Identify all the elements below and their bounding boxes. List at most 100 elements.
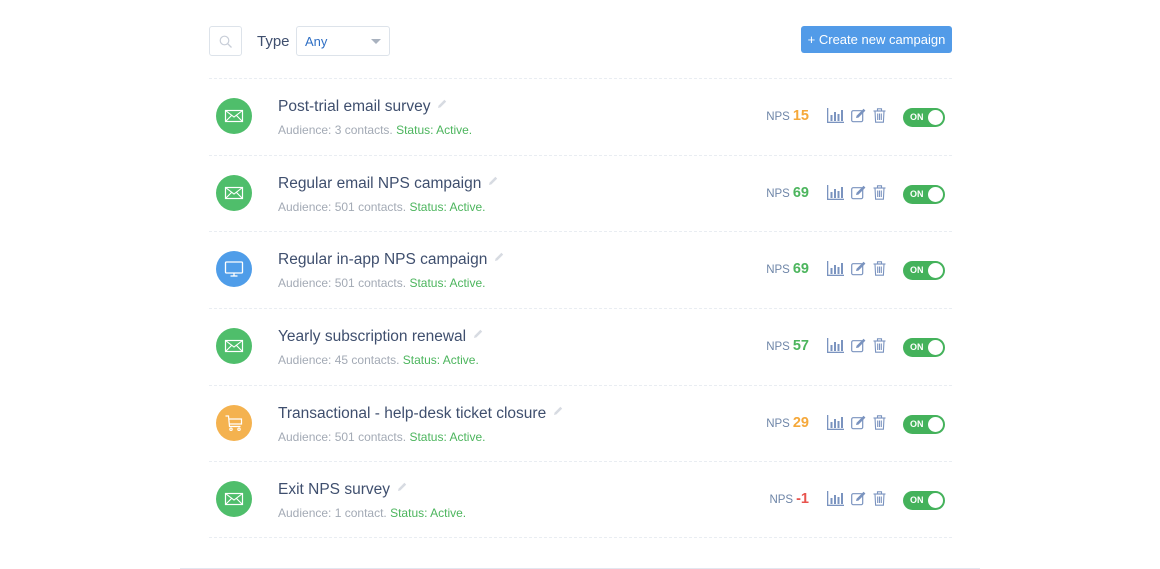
bar-chart-icon[interactable] xyxy=(827,414,844,435)
pencil-icon[interactable] xyxy=(396,480,408,498)
campaign-audience: Audience: 3 contacts. xyxy=(278,123,393,137)
nps-score: NPS 15 xyxy=(766,108,809,124)
nps-label: NPS xyxy=(766,264,790,277)
campaign-active-toggle[interactable]: ON xyxy=(903,338,945,358)
campaign-audience: Audience: 501 contacts. xyxy=(278,429,407,444)
nps-label: NPS xyxy=(766,187,790,200)
nps-value: 69 xyxy=(792,184,809,201)
toggle-knob xyxy=(928,493,943,509)
nps-score: NPS 69 xyxy=(766,261,809,277)
toggle-knob xyxy=(928,110,943,125)
search-icon xyxy=(219,35,232,48)
campaign-row: Transactional - help-desk ticket closure… xyxy=(209,384,952,462)
campaign-row: Post-trial email survey Audience: 3 cont… xyxy=(209,78,952,155)
campaign-type-avatar xyxy=(216,328,252,365)
bar-chart-icon[interactable] xyxy=(827,184,844,205)
nps-value: -1 xyxy=(796,491,809,508)
toggle-knob xyxy=(928,186,943,202)
pencil-icon[interactable] xyxy=(493,250,505,268)
envelope-icon xyxy=(224,493,244,506)
pencil-icon[interactable] xyxy=(472,327,484,345)
campaign-audience: Audience: 1 contact. xyxy=(278,506,387,521)
campaign-name[interactable]: Exit NPS survey xyxy=(278,481,390,498)
nps-score: NPS -1 xyxy=(769,491,809,507)
campaign-type-avatar xyxy=(216,174,252,211)
campaign-type-avatar xyxy=(216,404,252,441)
toggle-label: ON xyxy=(910,495,924,506)
type-filter-value: Any xyxy=(305,34,328,49)
monitor-icon xyxy=(224,261,244,278)
envelope-icon xyxy=(224,186,244,199)
cart-icon xyxy=(225,415,243,431)
campaign-name[interactable]: Transactional - help-desk ticket closure xyxy=(278,405,546,422)
toggle-knob xyxy=(928,416,943,432)
campaign-active-toggle[interactable]: ON xyxy=(903,184,945,204)
envelope-icon xyxy=(224,109,244,123)
toggle-label: ON xyxy=(910,342,924,353)
trash-icon[interactable] xyxy=(873,261,886,281)
edit-icon[interactable] xyxy=(851,108,867,128)
campaign-active-toggle[interactable]: ON xyxy=(903,261,945,281)
toggle-label: ON xyxy=(910,188,924,199)
toggle-label: ON xyxy=(910,112,924,122)
edit-icon[interactable] xyxy=(851,338,867,358)
nps-score: NPS 69 xyxy=(766,185,809,201)
edit-icon[interactable] xyxy=(851,491,867,511)
pencil-icon[interactable] xyxy=(436,97,448,115)
envelope-icon xyxy=(224,339,244,353)
campaign-type-avatar xyxy=(216,98,252,134)
trash-icon[interactable] xyxy=(873,108,886,128)
campaign-row: Regular in-app NPS campaign Audience: 50… xyxy=(209,231,952,308)
campaign-active-toggle[interactable]: ON xyxy=(903,491,945,511)
bar-chart-icon[interactable] xyxy=(827,108,844,128)
nps-score: NPS 57 xyxy=(766,338,809,354)
edit-icon[interactable] xyxy=(851,415,867,435)
nps-label: NPS xyxy=(766,417,790,430)
campaign-active-toggle[interactable]: ON xyxy=(903,108,945,127)
campaign-name[interactable]: Regular in-app NPS campaign xyxy=(278,251,487,268)
campaign-audience: Audience: 45 contacts. xyxy=(278,353,400,368)
edit-icon[interactable] xyxy=(851,185,867,205)
bar-chart-icon[interactable] xyxy=(827,261,844,281)
nps-value: 57 xyxy=(792,338,809,355)
campaign-status: Status: Active. xyxy=(396,123,473,137)
nps-label: NPS xyxy=(766,341,790,354)
nps-value: 15 xyxy=(792,108,809,124)
edit-icon[interactable] xyxy=(851,261,867,281)
nps-value: 29 xyxy=(792,414,809,431)
toggle-label: ON xyxy=(910,265,924,276)
campaign-active-toggle[interactable]: ON xyxy=(903,414,945,434)
campaign-row: Regular email NPS campaign Audience: 501… xyxy=(209,154,952,232)
nps-label: NPS xyxy=(769,494,794,507)
trash-icon[interactable] xyxy=(873,415,886,435)
campaign-row: Yearly subscription renewal Audience: 45… xyxy=(209,308,952,385)
trash-icon[interactable] xyxy=(873,491,886,511)
campaign-status: Status: Active. xyxy=(409,429,486,444)
type-filter-select[interactable]: Any xyxy=(296,26,390,56)
campaign-row: Exit NPS survey Audience: 1 contact. Sta… xyxy=(209,461,952,539)
toolbar: Type Any + Create new campaign xyxy=(209,26,952,56)
nps-score: NPS 29 xyxy=(766,415,809,431)
create-campaign-button[interactable]: + Create new campaign xyxy=(801,26,952,53)
campaign-type-avatar xyxy=(216,251,252,288)
campaign-type-avatar xyxy=(216,481,252,518)
toggle-knob xyxy=(928,263,943,279)
campaign-status: Status: Active. xyxy=(409,276,486,291)
bar-chart-icon[interactable] xyxy=(827,491,844,511)
campaign-status: Status: Active. xyxy=(402,353,479,368)
pencil-icon[interactable] xyxy=(487,174,499,192)
trash-icon[interactable] xyxy=(873,184,886,205)
bar-chart-icon[interactable] xyxy=(827,338,844,358)
nps-label: NPS xyxy=(766,111,790,123)
trash-icon[interactable] xyxy=(873,338,886,358)
campaign-audience: Audience: 501 contacts. xyxy=(278,199,407,214)
type-filter-label: Type xyxy=(257,33,290,50)
campaign-audience: Audience: 501 contacts. xyxy=(278,276,407,291)
search-button[interactable] xyxy=(209,26,242,56)
pencil-icon[interactable] xyxy=(552,404,564,422)
campaign-name[interactable]: Post-trial email survey xyxy=(278,98,430,115)
campaign-list: Post-trial email survey Audience: 3 cont… xyxy=(209,78,952,539)
campaign-name[interactable]: Regular email NPS campaign xyxy=(278,175,481,192)
campaign-name[interactable]: Yearly subscription renewal xyxy=(278,328,466,345)
campaign-status: Status: Active. xyxy=(409,199,486,214)
